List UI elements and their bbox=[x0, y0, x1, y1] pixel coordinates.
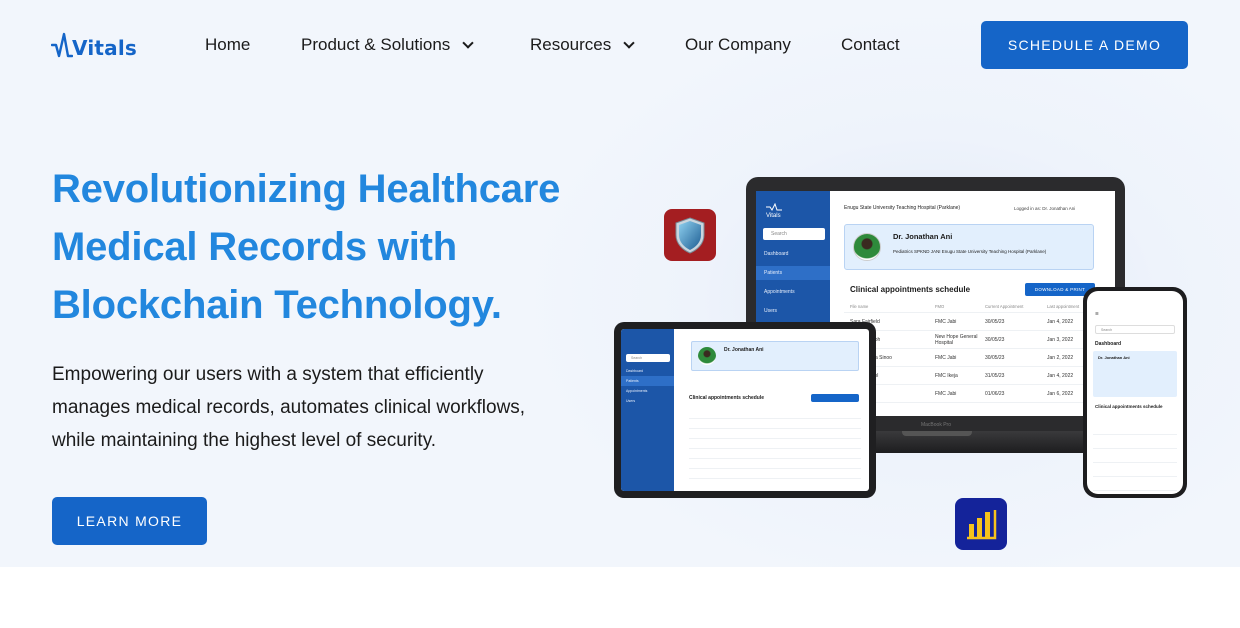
avatar bbox=[853, 233, 881, 261]
tablet-search-input[interactable]: Search bbox=[626, 354, 670, 362]
table-header-cell: FMO bbox=[935, 304, 945, 309]
vitals-logo[interactable]: Vitals bbox=[51, 32, 137, 58]
tablet-sidebar-users[interactable]: Users bbox=[621, 396, 674, 406]
phone-table bbox=[1093, 421, 1177, 493]
table-cell: FMC Jabi bbox=[935, 318, 957, 325]
doctor-card: Dr. Jonathan Ani Pediatrics SPKND JANI E… bbox=[844, 224, 1094, 270]
pulse-logo-icon bbox=[51, 32, 73, 58]
tablet-sidebar-patients[interactable]: Patients bbox=[621, 376, 674, 386]
tablet-appointments-title: Clinical appointments schedule bbox=[689, 395, 765, 401]
schedule-demo-button[interactable]: SCHEDULE A DEMO bbox=[981, 21, 1188, 69]
phone-search-input[interactable]: Search bbox=[1095, 325, 1175, 334]
appointments-table: File name FMO Current Appointment Last a… bbox=[844, 301, 1099, 403]
sidebar-item-users[interactable]: Users bbox=[756, 304, 830, 318]
nav-product-label: Product & Solutions bbox=[301, 35, 451, 54]
learn-more-button[interactable]: LEARN MORE bbox=[52, 497, 207, 545]
sidebar-logo-text: Vitals bbox=[766, 213, 781, 219]
nav-our-company[interactable]: Our Company bbox=[685, 35, 791, 55]
tablet-sidebar: Search Dashboard Patients Appointments U… bbox=[621, 329, 674, 491]
phone-doctor-card: Dr. Jonathan Ani bbox=[1093, 351, 1177, 397]
subtext-line: Empowering our users with a system that … bbox=[52, 364, 484, 385]
table-row[interactable]: Chioma Uzoh New Hope General Hospital 30… bbox=[844, 331, 1099, 349]
sidebar-item-appointments[interactable]: Appointments bbox=[756, 285, 830, 299]
table-header-cell: Current Appointment bbox=[985, 304, 1024, 309]
table-cell: 31/05/23 bbox=[985, 372, 1005, 379]
sidebar-item-patients[interactable]: Patients bbox=[756, 266, 830, 280]
headline-line: Blockchain Technology. bbox=[52, 283, 502, 327]
table-row[interactable]: Ozoh Bah FMC Jabi 01/06/23 Jan 6, 2022 bbox=[844, 385, 1099, 403]
table-cell: FMC Ikeja bbox=[935, 372, 958, 379]
chevron-down-icon bbox=[462, 36, 474, 49]
table-row[interactable]: Abuh Simbol FMC Ikeja 31/05/23 Jan 4, 20… bbox=[844, 367, 1099, 385]
table-cell: 30/05/23 bbox=[985, 354, 1005, 361]
table-row[interactable]: Emmanuella Sinoo FMC Jabi 30/05/23 Jan 2… bbox=[844, 349, 1099, 367]
phone-mockup: ☰ Search Dashboard Dr. Jonathan Ani Clin… bbox=[1083, 287, 1187, 498]
nav-home[interactable]: Home bbox=[205, 35, 250, 55]
nav-product-solutions[interactable]: Product & Solutions bbox=[301, 35, 474, 55]
table-header: File name FMO Current Appointment Last a… bbox=[844, 301, 1099, 313]
phone-doctor-name: Dr. Jonathan Ani bbox=[1098, 355, 1130, 360]
table-cell: FMC Jabi bbox=[935, 354, 957, 361]
subtext-line: while maintaining the highest level of s… bbox=[52, 430, 437, 451]
table-cell: FMC Jabi bbox=[935, 390, 957, 397]
hero-subtext: Empowering our users with a system that … bbox=[52, 358, 572, 457]
phone-screen: ☰ Search Dashboard Dr. Jonathan Ani Clin… bbox=[1087, 291, 1183, 494]
avatar bbox=[698, 347, 716, 365]
tablet-doctor-name: Dr. Jonathan Ani bbox=[724, 347, 764, 353]
headline-line: Medical Records with bbox=[52, 225, 457, 269]
tablet-mockup: Search Dashboard Patients Appointments U… bbox=[614, 322, 876, 498]
tablet-sidebar-appointments[interactable]: Appointments bbox=[621, 386, 674, 396]
table-row[interactable]: Sara Fairfield FMC Jabi 30/05/23 Jan 4, … bbox=[844, 313, 1099, 331]
hero-headline: Revolutionizing Healthcare Medical Recor… bbox=[52, 160, 612, 334]
nav-contact-label: Contact bbox=[841, 35, 900, 54]
laptop-notch bbox=[902, 431, 972, 436]
sidebar-search-input[interactable]: Search bbox=[763, 228, 825, 240]
phone-header: ☰ bbox=[1095, 311, 1099, 316]
tablet-sidebar-dashboard[interactable]: Dashboard bbox=[621, 366, 674, 376]
headline-line: Revolutionizing Healthcare bbox=[52, 167, 561, 211]
doctor-name: Dr. Jonathan Ani bbox=[893, 232, 953, 241]
table-cell: 30/05/23 bbox=[985, 336, 1005, 343]
table-header-cell: File name bbox=[850, 304, 869, 309]
doctor-meta: Pediatrics SPKND JANI Enugu State Univer… bbox=[893, 249, 1047, 254]
sidebar-logo: Vitals bbox=[766, 202, 782, 219]
tablet-download-button[interactable] bbox=[811, 394, 859, 402]
nav-company-label: Our Company bbox=[685, 35, 791, 54]
chevron-down-icon bbox=[623, 36, 635, 49]
subtext-line: manages medical records, automates clini… bbox=[52, 397, 526, 418]
nav-resources-label: Resources bbox=[530, 35, 612, 54]
appointments-title: Clinical appointments schedule bbox=[850, 285, 971, 294]
table-cell: 30/05/23 bbox=[985, 318, 1005, 325]
hero-section: Vitals Home Product & Solutions Resource… bbox=[0, 0, 1240, 567]
table-cell: 01/06/23 bbox=[985, 390, 1005, 397]
phone-dashboard-title: Dashboard bbox=[1095, 341, 1122, 347]
shield-icon bbox=[664, 209, 716, 261]
logged-in-text: Logged in as: Dr. Jonathan Ani bbox=[1014, 206, 1076, 211]
tablet-screen: Search Dashboard Patients Appointments U… bbox=[621, 329, 869, 491]
phone-appointments-title: Clinical appointments schedule bbox=[1095, 404, 1163, 409]
tablet-table bbox=[689, 409, 861, 485]
logo-text: Vitals bbox=[72, 36, 137, 60]
tablet-doctor-card: Dr. Jonathan Ani bbox=[691, 341, 859, 371]
nav-home-label: Home bbox=[205, 35, 251, 54]
nav-resources[interactable]: Resources bbox=[530, 35, 635, 55]
nav-contact[interactable]: Contact bbox=[841, 35, 900, 55]
table-cell: New Hope General Hospital bbox=[935, 333, 978, 346]
analytics-chart-icon bbox=[955, 498, 1007, 550]
sidebar-item-dashboard[interactable]: Dashboard bbox=[756, 247, 830, 261]
hospital-name: Enugu State University Teaching Hospital… bbox=[844, 205, 961, 211]
